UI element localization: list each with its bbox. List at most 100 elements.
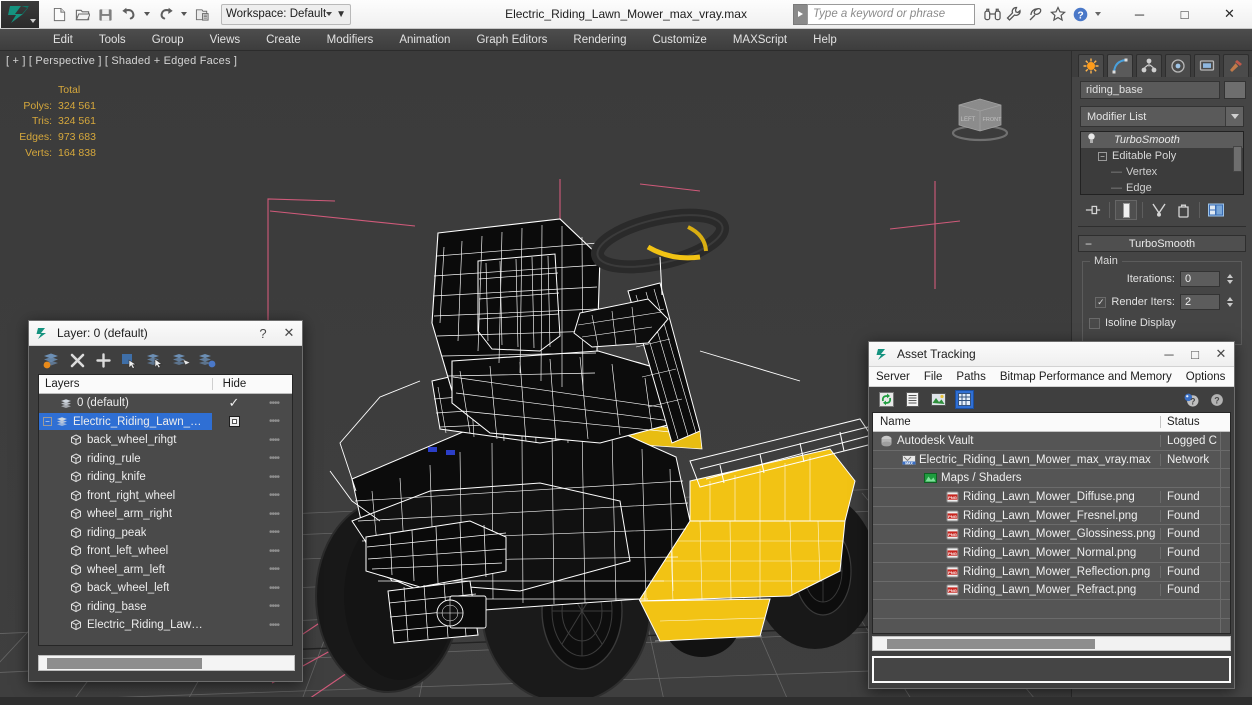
pin-stack-button[interactable] [1082, 200, 1104, 220]
layer-properties-button[interactable] [197, 350, 217, 370]
layer-freeze-cell[interactable]: •••• [256, 416, 292, 427]
menu-item-customize[interactable]: Customize [639, 29, 719, 51]
asset-row[interactable]: PNG Riding_Lawn_Mower_Glossiness.png Found [873, 525, 1230, 545]
star-icon[interactable] [1049, 5, 1067, 23]
layer-row[interactable]: back_wheel_left •••• [39, 579, 292, 598]
layer-freeze-cell[interactable]: •••• [256, 620, 292, 631]
menu-item-create[interactable]: Create [253, 29, 314, 51]
layer-dialog[interactable]: Layer: 0 (default) ? ✕ Layers Hide 0 (de… [28, 320, 303, 682]
at-menu-options[interactable]: Options [1179, 367, 1233, 387]
minimize-button[interactable]: ─ [1117, 0, 1162, 29]
delete-layer-button[interactable] [67, 350, 87, 370]
asset-tracking-maximize-button[interactable]: □ [1182, 342, 1208, 367]
list-view-button[interactable] [903, 390, 922, 409]
layer-freeze-cell[interactable]: •••• [256, 564, 292, 575]
modifier-stack[interactable]: TurboSmooth − Editable Poly Vertex Edge [1080, 131, 1244, 195]
menu-item-tools[interactable]: Tools [86, 29, 139, 51]
asset-tracking-minimize-button[interactable]: ─ [1156, 342, 1182, 367]
asset-list[interactable]: Name Status Autodesk Vault Logged C MAX Ele… [872, 412, 1231, 634]
maximize-button[interactable]: □ [1162, 0, 1207, 29]
layer-row[interactable]: wheel_arm_left •••• [39, 561, 292, 580]
render-iters-field[interactable]: 2 [1180, 294, 1220, 310]
help-button[interactable]: ? [1181, 390, 1200, 409]
stack-collapse-icon[interactable]: − [1098, 151, 1107, 161]
asset-row[interactable]: PNG Riding_Lawn_Mower_Diffuse.png Found [873, 488, 1230, 507]
about-button[interactable]: ? [1207, 390, 1226, 409]
layer-row[interactable]: front_left_wheel •••• [39, 542, 292, 561]
iterations-spinner[interactable] [1225, 271, 1235, 287]
modifier-stack-item-editable-poly[interactable]: − Editable Poly [1081, 148, 1243, 164]
modifier-list-caret-icon[interactable] [1225, 107, 1243, 126]
help-dropdown-caret-icon[interactable] [1095, 12, 1101, 16]
layer-freeze-cell[interactable]: •••• [256, 583, 292, 594]
layer-hide-cell[interactable]: ✓ [212, 396, 256, 409]
layer-row[interactable]: riding_base •••• [39, 598, 292, 617]
tab-hierarchy[interactable] [1136, 53, 1162, 77]
modifier-list-dropdown[interactable]: Modifier List [1080, 106, 1244, 127]
thumbnail-view-button[interactable] [929, 390, 948, 409]
layer-dialog-close-button[interactable]: ✕ [276, 321, 302, 346]
asset-horizontal-scrollbar[interactable] [872, 636, 1231, 651]
object-color-swatch[interactable] [1224, 81, 1246, 99]
light-bulb-icon[interactable] [1085, 133, 1098, 147]
app-menu-button[interactable] [1, 0, 39, 28]
isoline-display-checkbox[interactable] [1089, 317, 1100, 329]
layer-list[interactable]: Layers Hide 0 (default) ✓ •••• − Electric_Ri… [38, 374, 293, 646]
at-menu-server[interactable]: Server [869, 367, 917, 387]
show-end-result-button[interactable] [1115, 200, 1137, 220]
tab-modify[interactable] [1107, 53, 1133, 77]
layer-row[interactable]: back_wheel_rihgt •••• [39, 431, 292, 450]
configure-modifier-sets-button[interactable] [1205, 200, 1227, 220]
select-objects-in-layer-button[interactable] [119, 350, 139, 370]
at-menu-bitmap-performance-and-memory[interactable]: Bitmap Performance and Memory [993, 367, 1179, 387]
close-button[interactable]: ✕ [1207, 0, 1252, 29]
object-name-field[interactable]: riding_base [1080, 81, 1220, 99]
wrench-icon[interactable] [1005, 5, 1023, 23]
rollout-header[interactable]: − TurboSmooth [1078, 235, 1246, 252]
menu-item-modifiers[interactable]: Modifiers [314, 29, 387, 51]
layer-row[interactable]: riding_rule •••• [39, 450, 292, 469]
menu-item-graph-editors[interactable]: Graph Editors [463, 29, 560, 51]
new-file-button[interactable] [49, 4, 70, 25]
layer-freeze-cell[interactable]: •••• [256, 453, 292, 464]
layer-horizontal-scrollbar[interactable] [38, 655, 295, 671]
asset-row[interactable]: MAX Electric_Riding_Lawn_Mower_max_vray.m… [873, 450, 1230, 470]
asset-tracking-close-button[interactable]: ✕ [1208, 342, 1234, 367]
tab-motion[interactable] [1165, 53, 1191, 77]
layer-row[interactable]: riding_knife •••• [39, 468, 292, 487]
tab-display[interactable] [1194, 53, 1220, 77]
layer-row[interactable]: front_right_wheel •••• [39, 487, 292, 506]
satellite-dish-icon[interactable] [1027, 5, 1045, 23]
menu-item-edit[interactable]: Edit [40, 29, 86, 51]
layer-dialog-titlebar[interactable]: Layer: 0 (default) ? ✕ [29, 321, 302, 346]
tab-create[interactable] [1078, 53, 1104, 77]
layer-freeze-cell[interactable]: •••• [256, 527, 292, 538]
asset-row[interactable]: Maps / Shaders [873, 469, 1230, 489]
asset-tracking-titlebar[interactable]: Asset Tracking ─ □ ✕ [869, 342, 1234, 367]
layer-row[interactable]: wheel_arm_right •••• [39, 505, 292, 524]
workspace-selector[interactable]: Workspace: Default ▼ [221, 3, 352, 25]
checkbox-icon[interactable] [228, 416, 240, 428]
open-file-button[interactable] [72, 4, 93, 25]
undo-dropdown-caret-icon[interactable] [144, 12, 150, 16]
asset-row[interactable]: PNG Riding_Lawn_Mower_Reflection.png Found [873, 562, 1230, 582]
menu-item-views[interactable]: Views [197, 29, 253, 51]
layer-freeze-cell[interactable]: •••• [256, 601, 292, 612]
asset-row[interactable]: PNG Riding_Lawn_Mower_Fresnel.png Found [873, 506, 1230, 526]
layer-scroll-thumb[interactable] [47, 658, 202, 669]
workspace-menu-icon[interactable]: ▼ [336, 9, 346, 20]
render-iters-spinner[interactable] [1225, 294, 1235, 310]
search-input[interactable]: Type a keyword or phrase [807, 3, 975, 25]
at-menu-paths[interactable]: Paths [949, 367, 992, 387]
menu-item-help[interactable]: Help [800, 29, 850, 51]
menu-item-maxscript[interactable]: MAXScript [720, 29, 800, 51]
binoculars-icon[interactable] [983, 5, 1001, 23]
menu-item-rendering[interactable]: Rendering [560, 29, 639, 51]
layer-row[interactable]: Electric_Riding_Lawn_Mower •••• [39, 616, 292, 635]
layer-row[interactable]: − Electric_Riding_Lawn_Mower •••• [39, 413, 292, 432]
menu-item-group[interactable]: Group [139, 29, 197, 51]
make-unique-button[interactable] [1148, 200, 1170, 220]
layer-row[interactable]: 0 (default) ✓ •••• [39, 394, 292, 413]
search-expand-button[interactable] [793, 3, 807, 25]
save-file-button[interactable] [95, 4, 116, 25]
